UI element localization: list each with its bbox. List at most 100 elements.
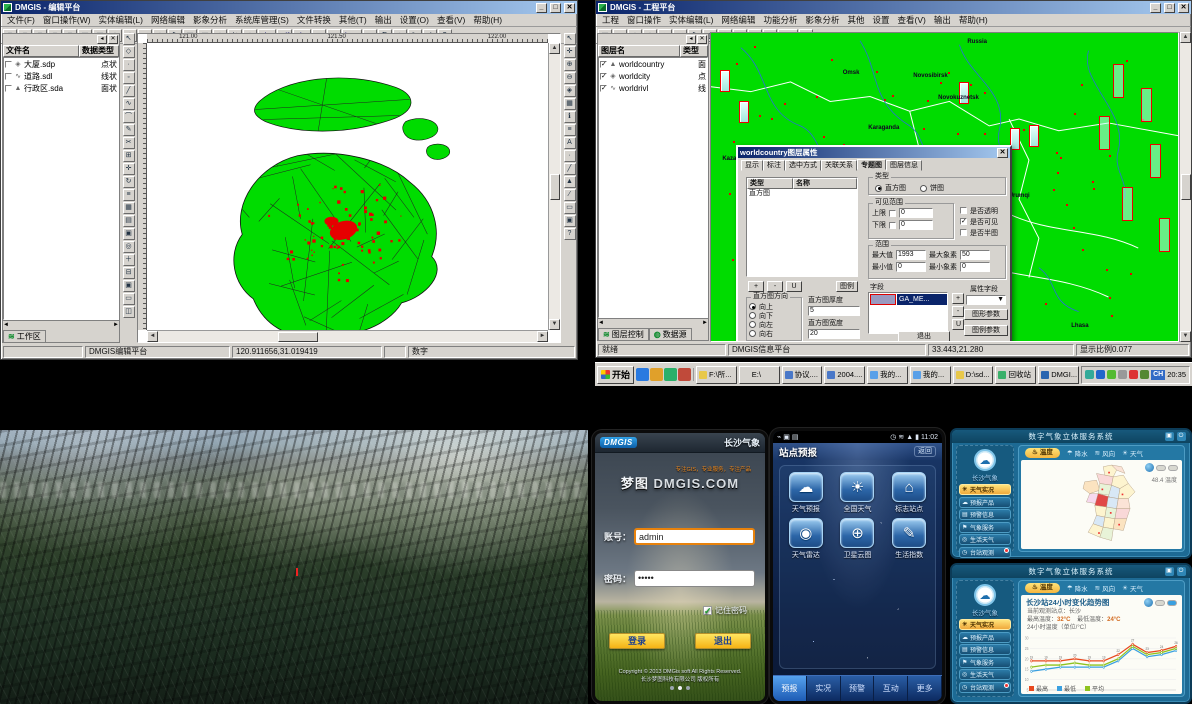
tab-workspace[interactable]: ≋工作区 [3, 330, 46, 342]
field-update-button[interactable]: U [952, 319, 964, 330]
table-row[interactable]: ▲行政区.sda面状 [4, 82, 118, 94]
power-icon[interactable]: ⏻ [1177, 432, 1186, 441]
dialog-tab[interactable]: 图层信息 [886, 160, 922, 171]
account-input[interactable]: admin [634, 528, 755, 545]
grid-icon[interactable]: ▦ [564, 98, 576, 110]
line-icon[interactable]: ╱ [123, 85, 135, 97]
field-add-button[interactable]: + [952, 293, 964, 304]
dash-tab[interactable]: ♨温度 [1025, 448, 1060, 458]
app-shortcut[interactable]: ⊕卫星云图 [832, 518, 884, 560]
width-input[interactable]: 20 [808, 329, 860, 339]
table-row[interactable]: ∿道路.sdl线状 [4, 70, 118, 82]
rotate-icon[interactable]: ↻ [123, 176, 135, 188]
box-icon[interactable]: ▭ [123, 293, 135, 305]
table-row[interactable]: ✓◈worldcity点 [599, 70, 707, 82]
layer-checkbox[interactable]: ✓ [600, 61, 607, 68]
sidebar-item[interactable]: ◷台站观测 [959, 682, 1011, 693]
panel-scrollbar[interactable]: ◄► [598, 318, 708, 327]
taskbar-task[interactable]: 我的... [867, 366, 908, 384]
terrain-3d-view[interactable] [0, 430, 588, 704]
taskbar-task[interactable]: E:\ [739, 366, 780, 384]
scroll-right-icon[interactable]: ► [537, 331, 548, 342]
menu-item[interactable]: 网络编辑 [147, 14, 189, 26]
radio-icon[interactable] [749, 330, 756, 337]
type-option[interactable]: 直方图 [875, 183, 906, 193]
tray-icon[interactable] [1140, 370, 1149, 379]
globe-icon[interactable] [1144, 598, 1153, 607]
panel-collapse-icon[interactable]: ◂ [97, 35, 107, 44]
stamp-icon[interactable]: ◫ [123, 306, 135, 318]
dash-tab[interactable]: ☀天气 [1122, 448, 1143, 458]
direction-option[interactable]: 向左 [749, 320, 799, 329]
map-vscrollbar[interactable]: ▲▼ [1179, 32, 1191, 342]
checkbox-icon[interactable] [960, 207, 967, 214]
help-icon[interactable]: ? [564, 228, 576, 240]
info-icon[interactable]: ℹ [564, 111, 576, 123]
app-shortcut[interactable]: ⌂标志站点 [883, 472, 935, 514]
editor-titlebar[interactable]: DMGIS - 编辑平台 _ □ ✕ [1, 1, 577, 14]
menu-item[interactable]: 网络编辑 [717, 14, 759, 26]
flag-option[interactable]: ✓是否可见 [960, 216, 998, 227]
app-shortcut[interactable]: ☁天气预报 [780, 472, 832, 514]
sidebar-item[interactable]: ☀天气实况 [959, 484, 1011, 495]
menu-item[interactable]: 帮助(H) [469, 14, 506, 26]
taskbar-task[interactable]: 我的... [910, 366, 951, 384]
range-input[interactable]: 0 [960, 262, 990, 272]
save-icon[interactable]: ▣ [564, 215, 576, 227]
menu-item[interactable]: 输出 [371, 14, 396, 26]
dialog-tab[interactable]: 选中方式 [785, 160, 821, 171]
menu-item[interactable]: 设置 [868, 14, 893, 26]
menu-item[interactable]: 实体编辑(L) [95, 14, 147, 26]
pan-icon[interactable]: ✛ [564, 46, 576, 58]
language-indicator[interactable]: CH [1151, 370, 1165, 380]
direction-option[interactable]: 向下 [749, 311, 799, 320]
map-hscrollbar[interactable]: ◄► [147, 330, 548, 342]
nav-tab-预报[interactable]: 预报 [773, 676, 807, 701]
point-icon[interactable]: ∙ [123, 59, 135, 71]
app-shortcut[interactable]: ☀全国天气 [832, 472, 884, 514]
nav-tab-预警[interactable]: 预警 [841, 676, 875, 701]
minimize-button[interactable]: _ [536, 3, 547, 13]
sidebar-item[interactable]: ⚑气象服务 [959, 657, 1011, 668]
sidebar-item[interactable]: ⚑气象服务 [959, 522, 1011, 533]
start-button[interactable]: 开始 [597, 366, 634, 384]
list-remove-button[interactable]: - [767, 281, 783, 292]
layer-checkbox[interactable]: ✓ [600, 85, 607, 92]
radio-icon[interactable] [749, 303, 756, 310]
zoom-out-icon[interactable] [1168, 465, 1178, 471]
menu-item[interactable]: 输出 [930, 14, 955, 26]
taskbar-task[interactable]: F:\所... [696, 366, 737, 384]
menu-item[interactable]: 查看(V) [433, 14, 469, 26]
panel-close-icon[interactable]: ✕ [108, 35, 118, 44]
move-icon[interactable]: ✛ [123, 163, 135, 175]
minimize-button[interactable]: _ [1150, 3, 1161, 13]
type-option[interactable]: 饼图 [920, 183, 944, 193]
tray-icon[interactable] [1096, 370, 1105, 379]
password-input[interactable]: ••••• [634, 570, 755, 587]
sidebar-item[interactable]: ◎生活天气 [959, 534, 1011, 545]
thickness-input[interactable]: 5 [808, 306, 860, 316]
taskbar-task[interactable]: 2004.... [824, 366, 865, 384]
menu-item[interactable]: 其他(T) [335, 14, 371, 26]
globe-icon[interactable] [1145, 463, 1154, 472]
menu-item[interactable]: 文件转换 [293, 14, 335, 26]
point-icon[interactable]: ∙ [564, 150, 576, 162]
back-button[interactable]: 返回 [914, 446, 936, 457]
node-edit-icon[interactable]: ◇ [123, 46, 135, 58]
zoom-out-icon[interactable]: ⊖ [564, 72, 576, 84]
tray-icon[interactable] [1129, 370, 1138, 379]
measure-icon[interactable]: ⁄ [564, 189, 576, 201]
dash-tab[interactable]: ≋风向 [1095, 583, 1115, 593]
add-icon[interactable]: ＋ [123, 254, 135, 266]
taskbar-task[interactable]: 协议.... [782, 366, 823, 384]
remember-checkbox[interactable]: ✓ [703, 606, 712, 615]
copy-icon[interactable]: ▣ [123, 280, 135, 292]
radio-icon[interactable] [749, 321, 756, 328]
dash-tab[interactable]: ☂降水 [1067, 583, 1088, 593]
dash-tab[interactable]: ≋风向 [1095, 448, 1115, 458]
menu-item[interactable]: 影象分析 [189, 14, 231, 26]
menu-item[interactable]: 影象分析 [801, 14, 843, 26]
range-input[interactable]: 1993 [896, 250, 926, 260]
tab-layer-control[interactable]: ≋图层控制 [598, 328, 649, 340]
layer-checkbox[interactable] [5, 73, 12, 80]
